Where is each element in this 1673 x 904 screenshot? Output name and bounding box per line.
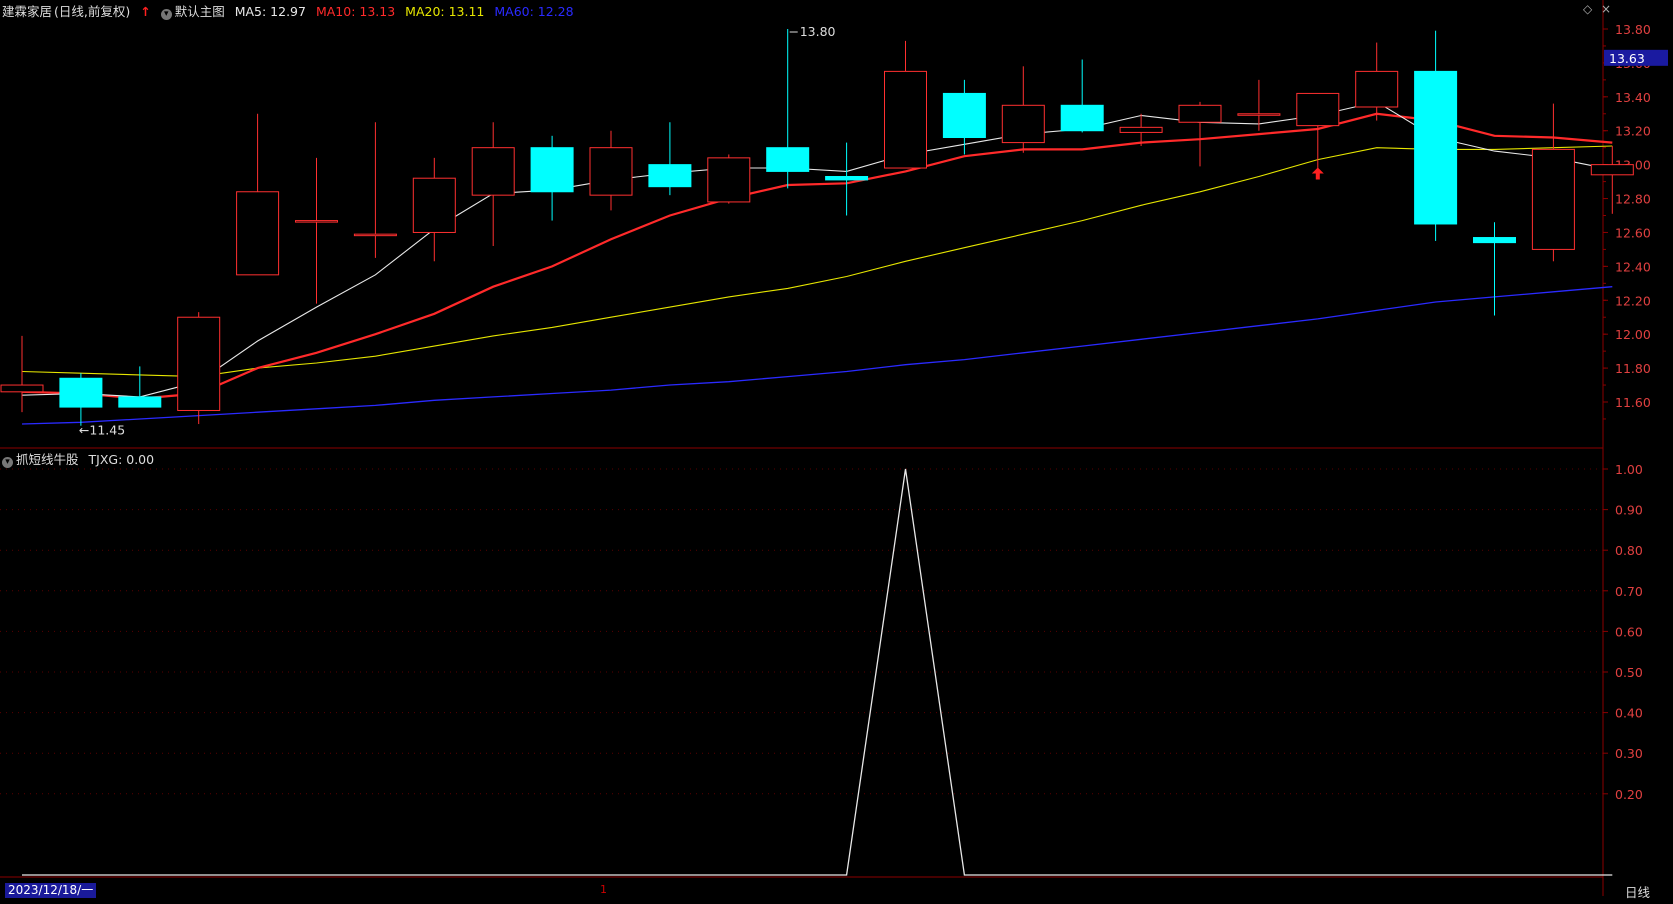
- y-tick-label: 12.60: [1615, 225, 1651, 240]
- indicator-name[interactable]: 抓短线牛股: [16, 452, 79, 467]
- candle-body: [648, 164, 692, 188]
- ma20-label: MA20: 13.11: [405, 4, 485, 19]
- y-tick-label: 0.30: [1615, 746, 1643, 761]
- candle-body: [1237, 113, 1281, 116]
- stock-name[interactable]: 建霖家居: [2, 4, 52, 19]
- candle-body: [707, 157, 751, 203]
- candle-body: [1473, 237, 1516, 244]
- y-tick-label: 13.20: [1615, 124, 1651, 139]
- candle-body: [59, 377, 103, 408]
- chart-svg[interactable]: 13.8013.6013.4013.2013.0012.8012.6012.40…: [0, 0, 1673, 900]
- up-arrow-icon[interactable]: ↑: [140, 4, 150, 19]
- y-tick-label: 0.50: [1615, 665, 1643, 680]
- ma60-label: MA60: 12.28: [494, 4, 574, 19]
- period-label[interactable]: 日线: [1625, 882, 1650, 901]
- tjxg-line: [22, 468, 1613, 876]
- candle-body: [530, 147, 574, 193]
- ma60-line: [21, 286, 1613, 425]
- template-toggle-icon[interactable]: ▾: [160, 9, 172, 20]
- indicator-value: TJXG: 0.00: [88, 452, 155, 467]
- y-tick-label: 0.90: [1615, 503, 1643, 518]
- candle-body: [1119, 126, 1163, 133]
- candle-body: [766, 147, 810, 172]
- y-tick-label: 11.80: [1615, 361, 1651, 376]
- signal-arrow-icon: [1311, 167, 1324, 180]
- candle-body: [1178, 104, 1222, 123]
- candle-body: [884, 70, 927, 169]
- y-tick-label: 11.60: [1615, 395, 1651, 410]
- high-annotation: 13.80: [800, 24, 836, 39]
- candle-body: [589, 147, 633, 196]
- indicator-header: ▾ 抓短线牛股 TJXG: 0.00: [2, 449, 160, 468]
- candle-body: [1414, 70, 1458, 225]
- y-tick-label: 13.40: [1615, 90, 1651, 105]
- main-header: 建霖家居 (日线,前复权) ↑ ▾ 默认主图 MA5: 12.97 MA10: 13…: [2, 1, 580, 20]
- candle-body: [295, 220, 338, 223]
- template-name[interactable]: 默认主图: [175, 4, 225, 19]
- cursor-mark: 1: [600, 883, 607, 896]
- indicator-toggle-icon[interactable]: ▾: [2, 457, 13, 468]
- y-tick-label: 12.40: [1615, 259, 1651, 274]
- y-tick-label: 0.60: [1615, 624, 1643, 639]
- candle-body: [1590, 164, 1634, 176]
- y-tick-label: 0.40: [1615, 706, 1643, 721]
- candle-body: [1001, 104, 1045, 144]
- date-label: 2023/12/18/一: [5, 883, 97, 898]
- y-tick-label: 0.70: [1615, 584, 1643, 599]
- y-tick-label: 1.00: [1615, 462, 1643, 477]
- close-icon[interactable]: ×: [1601, 2, 1611, 16]
- y-tick-label: 12.00: [1615, 327, 1651, 342]
- chart-stage: 13.8013.6013.4013.2013.0012.8012.6012.40…: [0, 0, 1673, 900]
- candle-body: [236, 191, 280, 276]
- candle-body: [412, 177, 456, 233]
- ma10-label: MA10: 13.13: [315, 4, 396, 19]
- candle-body: [177, 316, 221, 411]
- candle-body: [1531, 148, 1575, 250]
- y-tick-label: 0.80: [1615, 543, 1643, 558]
- candle-body: [942, 92, 986, 139]
- candle-body: [825, 176, 869, 181]
- candle-body: [353, 233, 397, 237]
- candle-body: [1355, 70, 1399, 108]
- candle-body: [1296, 92, 1340, 127]
- y-tick-label: 13.80: [1615, 22, 1651, 37]
- candle-body: [118, 396, 162, 408]
- y-tick-label: 0.20: [1615, 787, 1643, 802]
- y-tick-label: 12.80: [1615, 192, 1651, 207]
- ma5-label: MA5: 12.97: [234, 4, 306, 19]
- period-info: (日线,前复权): [54, 4, 131, 19]
- candle-body: [0, 384, 44, 393]
- diamond-icon[interactable]: ◇: [1583, 2, 1592, 16]
- low-annotation: ←11.45: [79, 422, 125, 437]
- candle-body: [1060, 104, 1104, 132]
- y-tick-label: 12.20: [1615, 293, 1651, 308]
- current-price-label: 13.63: [1609, 51, 1645, 66]
- candle-body: [471, 147, 515, 196]
